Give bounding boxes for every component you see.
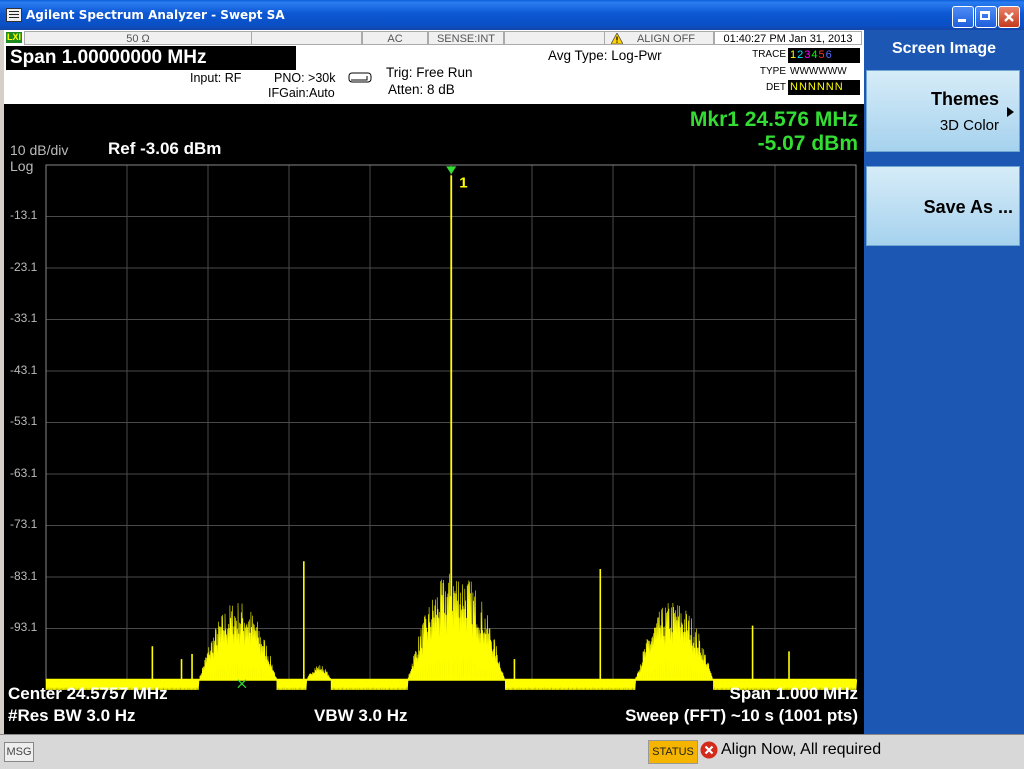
submenu-arrow-icon — [1007, 107, 1014, 117]
themes-value: 3D Color — [939, 117, 999, 134]
lxi-icon: LXI — [6, 32, 22, 43]
spectrum-trace — [45, 175, 858, 691]
atten-label: Atten: 8 dB — [388, 82, 455, 97]
save-as-label: Save As ... — [923, 197, 1013, 217]
vbw-label: VBW 3.0 Hz — [314, 706, 408, 725]
sweep-label: Sweep (FFT) ~10 s (1001 pts) — [625, 706, 858, 725]
trace-number-4: 4 — [811, 49, 819, 61]
marker-triangle-icon[interactable] — [446, 166, 457, 175]
window-title-bar[interactable]: Agilent Spectrum Analyzer - Swept SA — [0, 0, 1024, 30]
warning-icon — [611, 33, 623, 44]
avg-type-label: Avg Type: Log-Pwr — [548, 48, 662, 63]
status-button[interactable]: STATUS — [648, 740, 698, 764]
pno-label: PNO: >30k — [274, 71, 336, 85]
trace-label: TRACE — [752, 49, 786, 60]
span-readout[interactable]: Span 1.00000000 MHz — [6, 46, 296, 70]
trace-type-row: WWWWWW — [788, 64, 860, 79]
trace-numbers: 123456 — [788, 48, 860, 63]
rbw-label: #Res BW 3.0 Hz — [8, 706, 136, 725]
ref-marker-icon — [237, 679, 247, 689]
close-button[interactable] — [998, 6, 1020, 28]
center-frequency: Center 24.5757 MHz — [8, 684, 168, 703]
maximize-button[interactable] — [975, 6, 997, 28]
trigger-label: Trig: Free Run — [386, 65, 473, 80]
themes-label: Themes — [930, 89, 999, 109]
align-indicator: ALIGN OFF — [604, 31, 714, 45]
status-spacer — [252, 31, 362, 45]
trace-det-row: NNNNNN — [788, 80, 860, 95]
status-spacer-2 — [504, 31, 604, 45]
error-icon — [700, 741, 718, 759]
spectrum-plot[interactable]: 1 — [4, 104, 864, 734]
msg-label: MSG — [4, 742, 34, 762]
message-bar: MSG STATUS Align Now, All required — [0, 734, 1024, 769]
coupling-indicator: AC — [362, 31, 428, 45]
softkey-menu: Screen Image Themes 3D Color Save As ... — [864, 30, 1024, 734]
sense-indicator: SENSE:INT — [428, 31, 504, 45]
align-status-text: ALIGN OFF — [636, 33, 696, 45]
input-label: Input: RF — [190, 71, 242, 85]
maximize-icon — [980, 11, 990, 20]
span-frequency: Span 1.000 MHz — [729, 684, 859, 703]
pno-indicator-icon — [348, 72, 372, 83]
marker-number: 1 — [459, 174, 467, 191]
close-icon — [1004, 12, 1014, 22]
minimize-button[interactable] — [952, 6, 974, 28]
minimize-icon — [958, 19, 966, 22]
softkey-menu-title: Screen Image — [891, 40, 997, 57]
det-label: DET — [766, 82, 786, 93]
spectrum-display[interactable]: 10 dB/div Log Ref -3.06 dBm Mkr1 24.576 … — [4, 104, 864, 734]
save-as-softkey[interactable]: Save As ... — [866, 166, 1020, 246]
ifgain-label: IFGain:Auto — [268, 86, 335, 100]
status-message: Align Now, All required — [721, 741, 882, 758]
window-title: Agilent Spectrum Analyzer - Swept SA — [26, 8, 285, 22]
trace-number-6: 6 — [825, 49, 833, 61]
app-icon — [6, 8, 22, 22]
impedance-indicator: 50 Ω — [24, 31, 252, 45]
trace-number-5: 5 — [818, 49, 826, 61]
datetime: 01:40:27 PM Jan 31, 2013 — [714, 31, 862, 45]
marker-1[interactable]: 1 — [237, 166, 468, 689]
type-label: TYPE — [759, 66, 786, 77]
themes-softkey[interactable]: Themes 3D Color — [866, 70, 1020, 152]
measurement-header: LXI 50 Ω AC SENSE:INT ALIGN OFF 01:40:27… — [4, 30, 864, 104]
